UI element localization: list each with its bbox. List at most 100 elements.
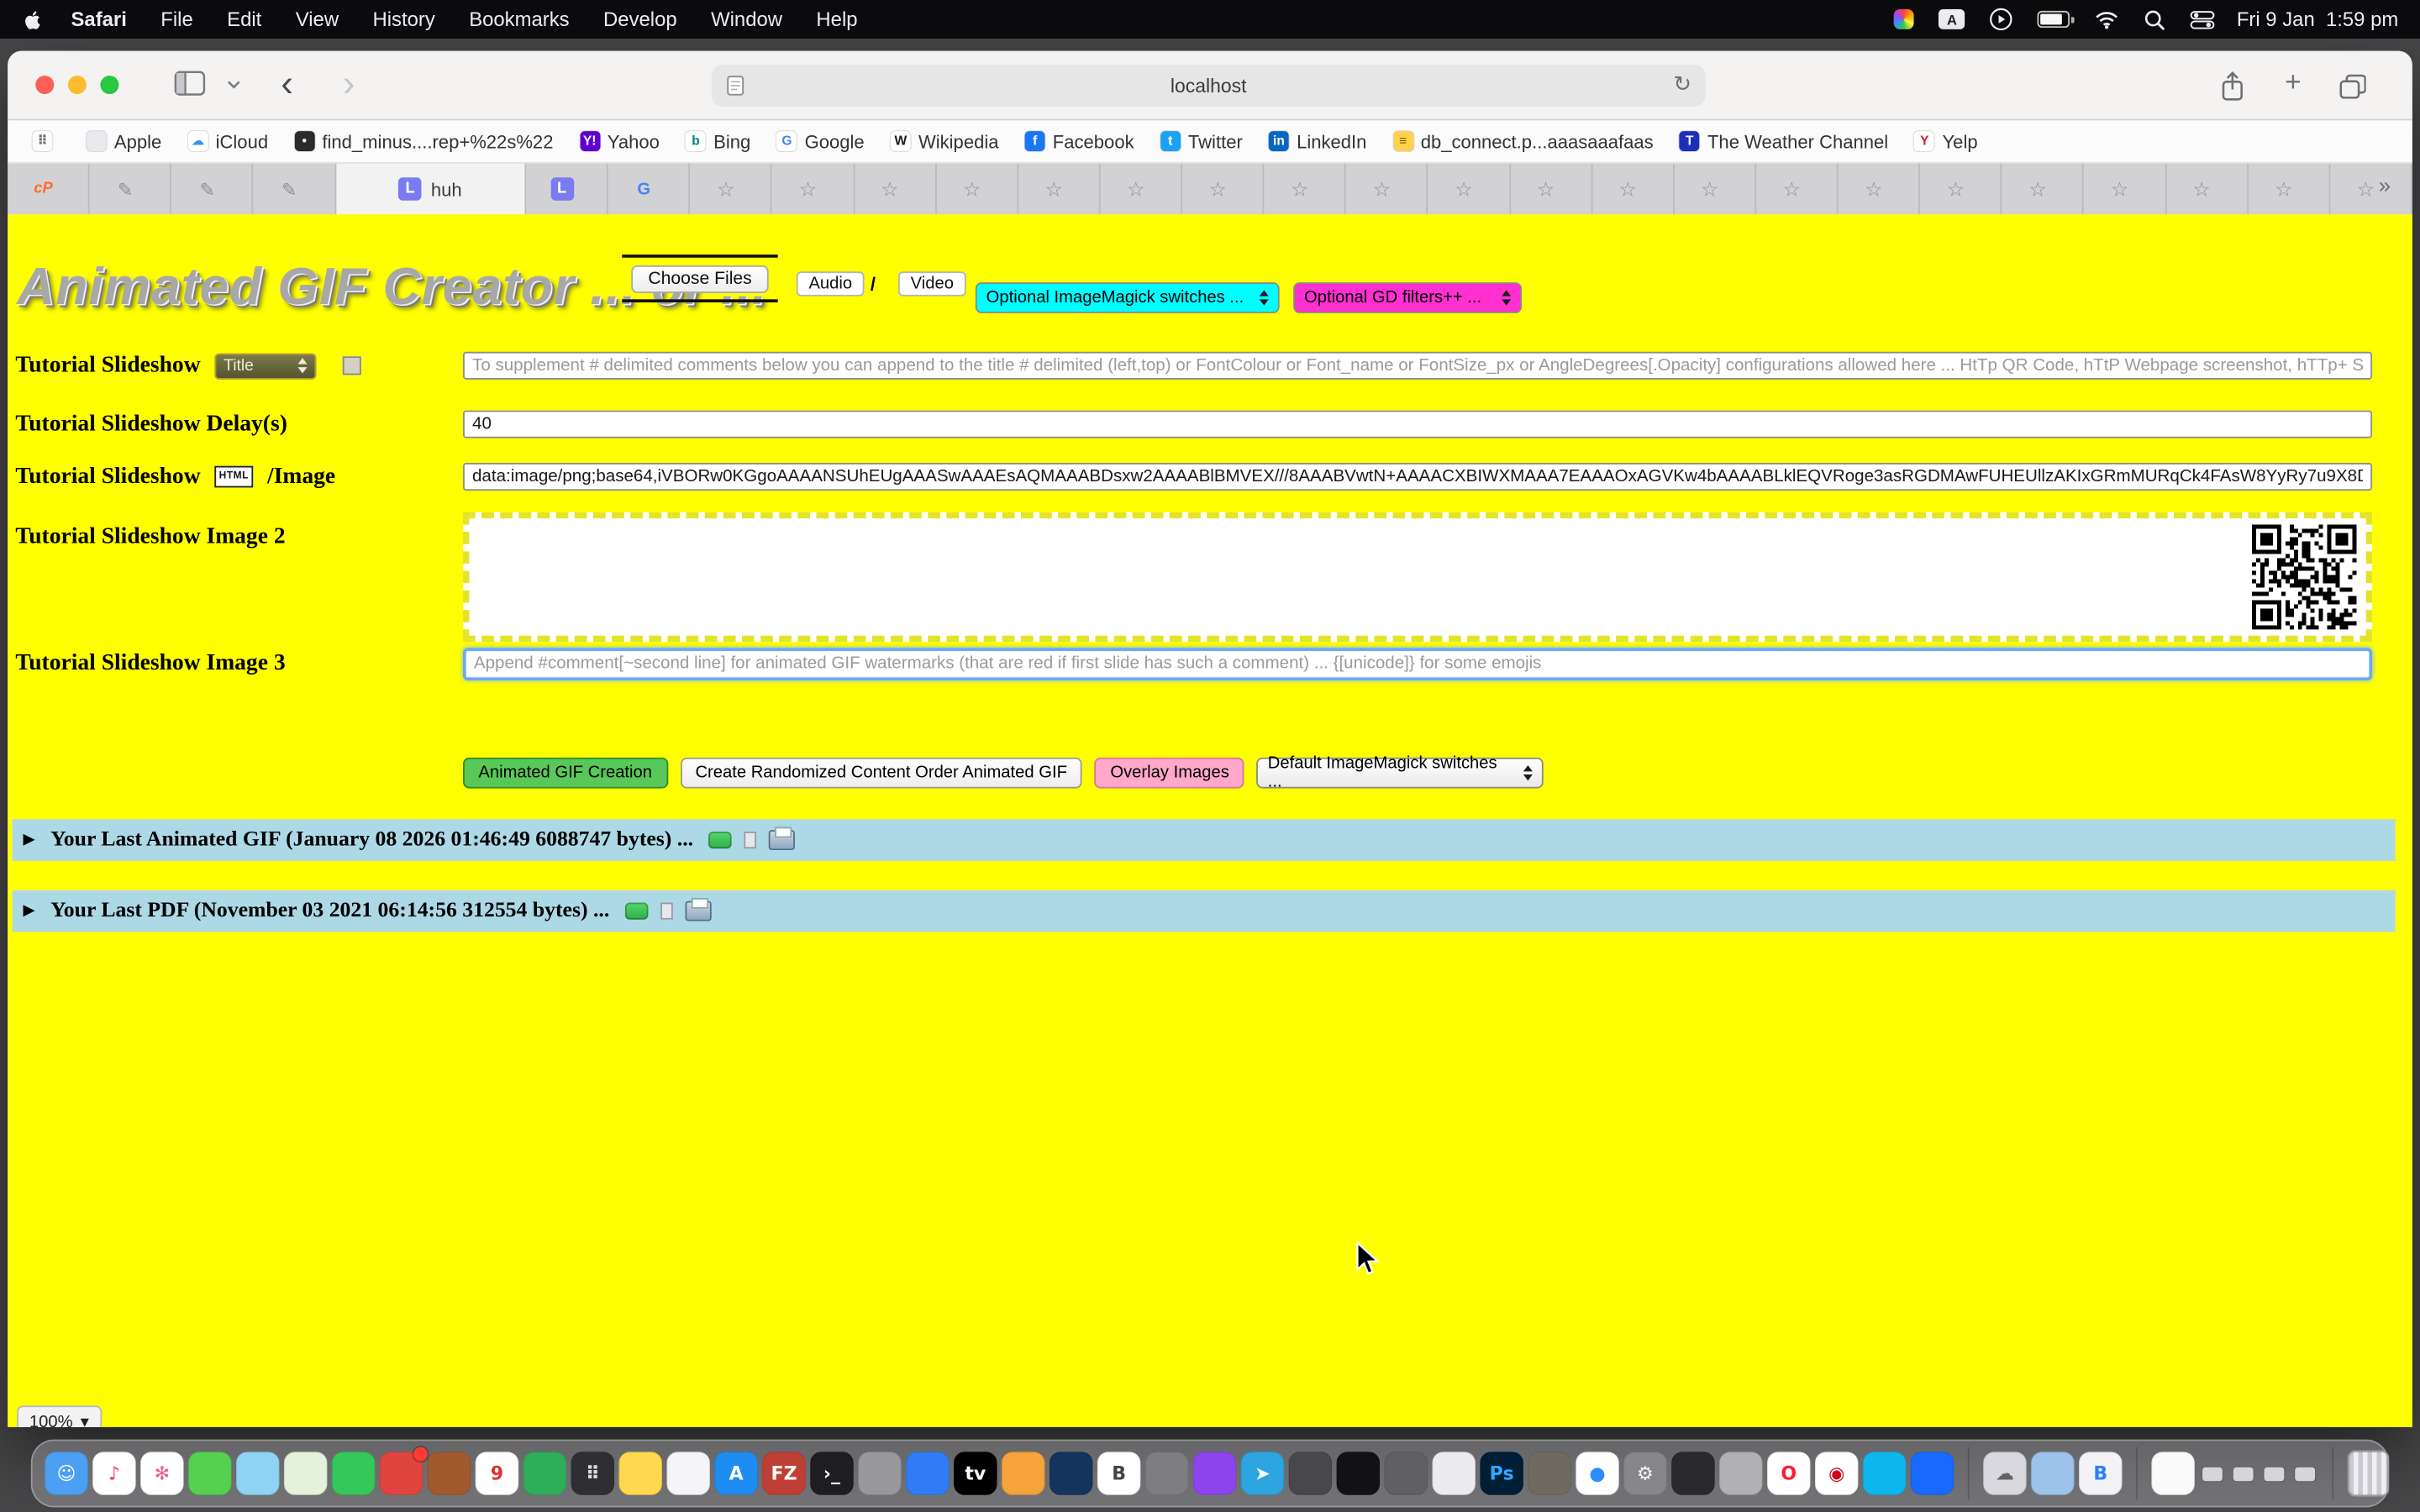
bookmark-item[interactable]: f Facebook: [1025, 130, 1134, 152]
browser-tab[interactable]: ☆: [936, 164, 1018, 215]
browser-tab[interactable]: ☆: [2330, 164, 2412, 215]
dock-app-icon[interactable]: ♪: [92, 1452, 135, 1494]
printer-icon[interactable]: [769, 830, 795, 850]
dock-app-icon[interactable]: [284, 1452, 327, 1494]
dock-app-icon[interactable]: 9: [476, 1452, 518, 1494]
minimize-window-button[interactable]: [68, 76, 87, 94]
fullscreen-window-button[interactable]: [100, 76, 118, 94]
bookmark-item[interactable]: G Google: [777, 130, 865, 152]
bookmark-item[interactable]: Y! Yahoo: [580, 130, 660, 152]
gif-chip-icon[interactable]: [708, 832, 732, 848]
control-center-icon[interactable]: [2191, 10, 2215, 29]
dock-app-icon[interactable]: [188, 1452, 231, 1494]
doc-icon[interactable]: [744, 832, 757, 848]
menu-item[interactable]: View: [296, 8, 339, 31]
bookmark-item[interactable]: • find_minus....rep+%22s%22: [294, 130, 553, 152]
menu-item[interactable]: Edit: [227, 8, 261, 31]
browser-tab[interactable]: ☆: [1346, 164, 1428, 215]
dock-app-icon[interactable]: [2348, 1451, 2390, 1497]
menu-item[interactable]: File: [160, 8, 192, 31]
dock-app-icon[interactable]: [1911, 1452, 1954, 1494]
share-button[interactable]: [2219, 71, 2245, 102]
browser-tab[interactable]: ☆: [1182, 164, 1265, 215]
choose-files-button[interactable]: Choose Files: [631, 265, 769, 293]
title-config-input[interactable]: [463, 352, 2372, 380]
dock-app-icon[interactable]: tv: [954, 1452, 997, 1494]
browser-tab[interactable]: ☆: [1510, 164, 1592, 215]
printer-icon[interactable]: [685, 901, 711, 921]
dock-app-icon[interactable]: [1145, 1452, 1188, 1494]
dock-app-icon[interactable]: ⠿: [571, 1452, 614, 1494]
browser-tab[interactable]: ☆: [1839, 164, 1921, 215]
browser-tab[interactable]: ☆: [1265, 164, 1347, 215]
dock-app-icon[interactable]: [1432, 1452, 1475, 1494]
title-select[interactable]: Title: [214, 353, 316, 379]
browser-tab[interactable]: ✎: [254, 164, 336, 215]
dock-app-icon[interactable]: [2031, 1452, 2074, 1494]
browser-tab[interactable]: ☆: [772, 164, 855, 215]
browser-tab[interactable]: ✎: [90, 164, 172, 215]
menu-item[interactable]: Safari: [71, 8, 126, 31]
dock-app-icon[interactable]: [380, 1452, 423, 1494]
animated-gif-creation-button[interactable]: Animated GIF Creation: [463, 758, 667, 789]
html-chip[interactable]: HTML: [214, 466, 253, 487]
dock-app-icon[interactable]: [1193, 1452, 1236, 1494]
menu-item[interactable]: History: [372, 8, 434, 31]
result-banner[interactable]: ▶ Your Last Animated GIF (January 08 202…: [13, 819, 2396, 861]
doc-icon[interactable]: [660, 902, 673, 919]
dock-app-icon[interactable]: [2151, 1452, 2194, 1494]
browser-tab[interactable]: ☆: [1428, 164, 1511, 215]
audio-button[interactable]: Audio: [797, 271, 865, 296]
browser-tab[interactable]: cP: [8, 164, 90, 215]
dock-app-icon[interactable]: A: [714, 1452, 757, 1494]
dock-app-icon[interactable]: [1671, 1452, 1714, 1494]
default-imagemagick-select[interactable]: Default ImageMagick switches ...: [1257, 758, 1544, 789]
dock-app-icon[interactable]: [666, 1452, 709, 1494]
tab-overview-button[interactable]: [2339, 74, 2365, 98]
browser-tab[interactable]: ✎: [171, 164, 254, 215]
sidebar-toggle-icon[interactable]: [175, 71, 206, 95]
sidebar-chevron-icon[interactable]: [227, 81, 241, 90]
bookmark-item[interactable]: Apple: [87, 130, 161, 152]
dock-app-icon[interactable]: [1719, 1452, 1762, 1494]
dock-app-icon[interactable]: Ps: [1480, 1452, 1523, 1494]
apple-menu-icon[interactable]: [22, 8, 44, 30]
address-bar[interactable]: localhost ↻: [712, 65, 1706, 107]
dock-app-icon[interactable]: [1528, 1452, 1570, 1494]
dock-app-icon[interactable]: [1863, 1452, 1906, 1494]
forward-button[interactable]: ›: [343, 59, 355, 111]
dock-app-icon[interactable]: [332, 1452, 375, 1494]
dock-app-icon[interactable]: [2264, 1467, 2284, 1481]
dock-app-icon[interactable]: ✻: [140, 1452, 183, 1494]
dock-app-icon[interactable]: ●: [1576, 1452, 1618, 1494]
disclosure-triangle-icon[interactable]: ▶: [24, 902, 35, 919]
dock-app-icon[interactable]: [1385, 1452, 1428, 1494]
dock-app-icon[interactable]: ›_: [810, 1452, 853, 1494]
browser-tab[interactable]: L: [526, 164, 608, 215]
dock-app-icon[interactable]: [1289, 1452, 1332, 1494]
dock-app-icon[interactable]: ⚙: [1623, 1452, 1666, 1494]
close-window-button[interactable]: [35, 76, 54, 94]
dock-app-icon[interactable]: [906, 1452, 949, 1494]
image1-data-input[interactable]: [463, 463, 2372, 491]
dock-app-icon[interactable]: [236, 1452, 279, 1494]
bookmark-item[interactable]: ≡ db_connect.p...aaasaaafaas: [1393, 130, 1654, 152]
randomized-gif-button[interactable]: Create Randomized Content Order Animated…: [680, 758, 1082, 789]
overlay-images-button[interactable]: Overlay Images: [1095, 758, 1244, 789]
delay-input[interactable]: [463, 411, 2372, 438]
dock-app-icon[interactable]: ☁: [1983, 1452, 2026, 1494]
dock-app-icon[interactable]: ◉: [1815, 1452, 1858, 1494]
menu-item[interactable]: Develop: [603, 8, 677, 31]
dock-app-icon[interactable]: O: [1767, 1452, 1810, 1494]
dock-app-icon[interactable]: B: [2079, 1452, 2122, 1494]
dock-app-icon[interactable]: [1337, 1452, 1380, 1494]
third-party-app-icon[interactable]: [1894, 9, 1914, 29]
dock-app-icon[interactable]: [2136, 1447, 2138, 1499]
bookmark-item[interactable]: Y Yelp: [1914, 130, 1977, 152]
image2-dropzone[interactable]: [463, 512, 2372, 642]
bookmark-item[interactable]: ☁ iCloud: [188, 130, 269, 152]
menu-bar-clock[interactable]: Fri 9 Jan 1:59 pm: [2237, 8, 2398, 31]
bookmark-item[interactable]: W Wikipedia: [891, 130, 999, 152]
browser-tab[interactable]: L huh: [335, 164, 526, 215]
play-status-icon[interactable]: [1990, 8, 2013, 31]
